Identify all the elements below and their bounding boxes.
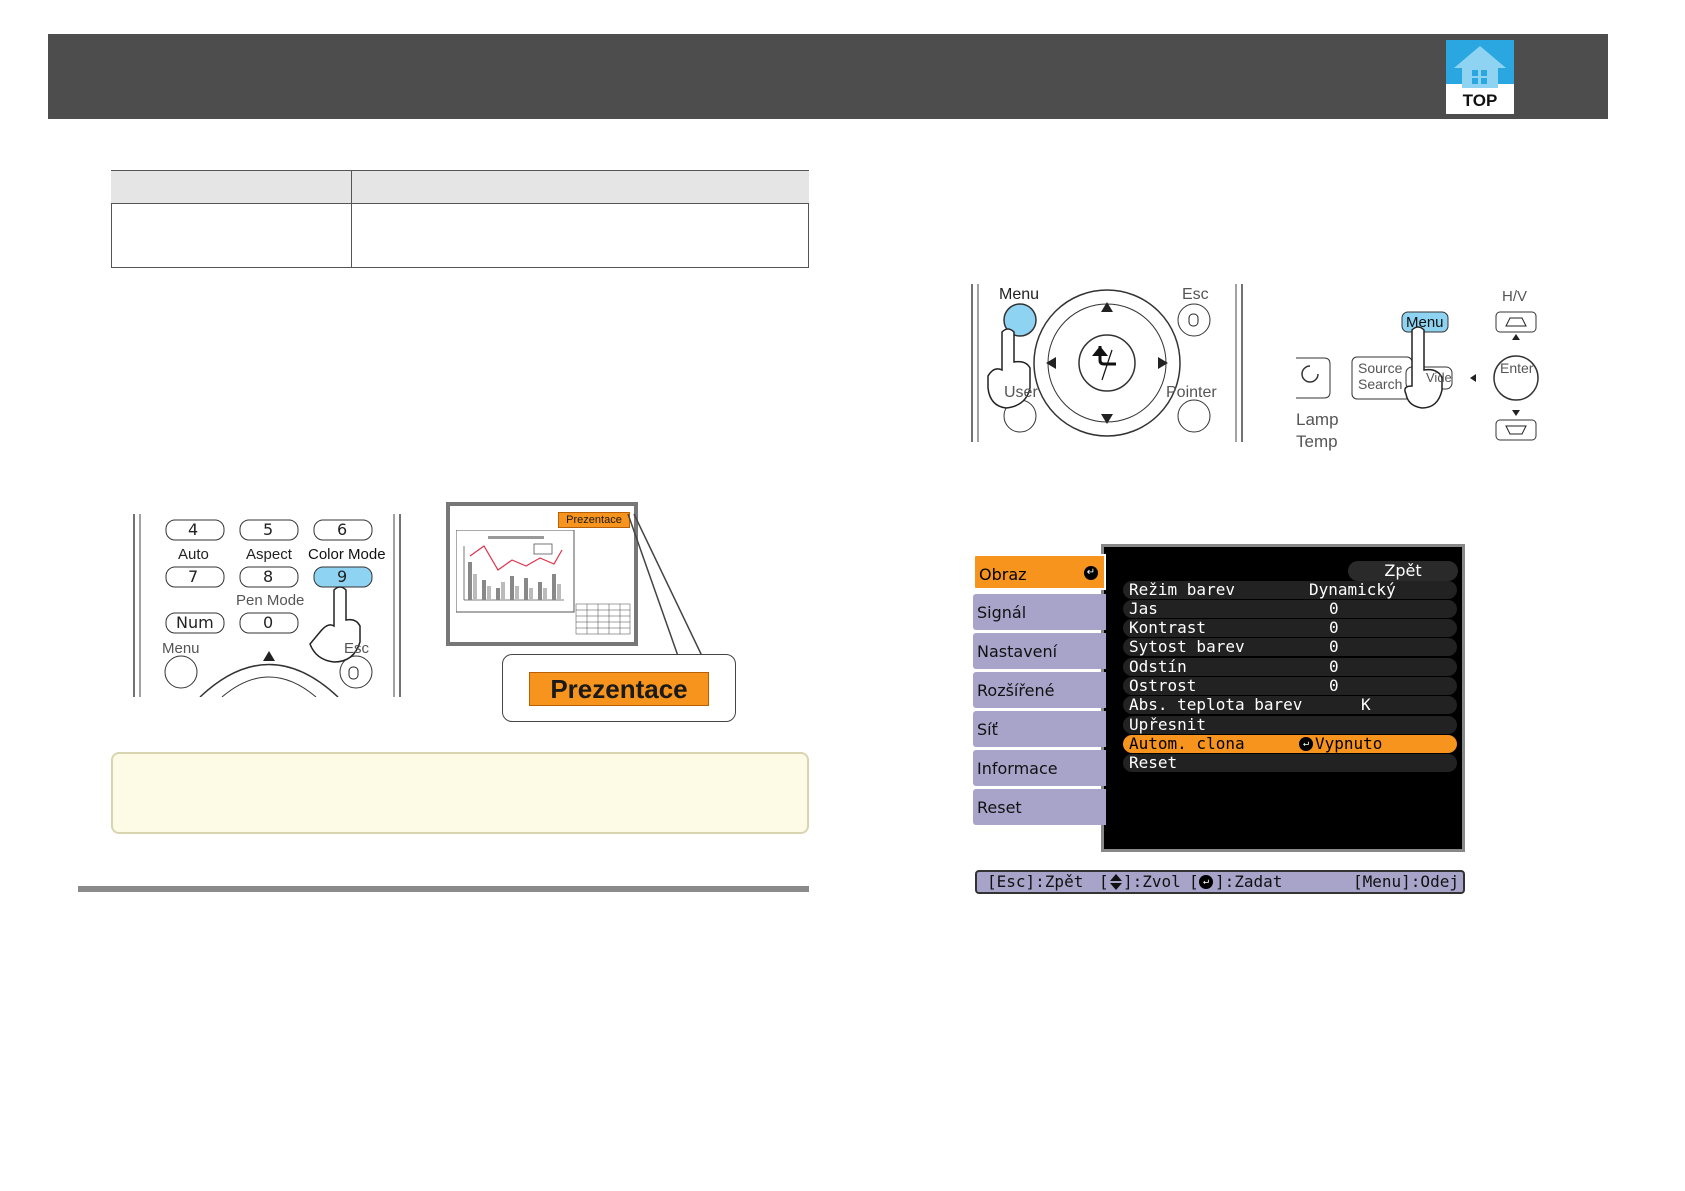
osd-row-value: K xyxy=(1361,695,1371,714)
top-label: TOP xyxy=(1462,91,1498,110)
label-enter: Enter xyxy=(1500,360,1534,376)
label-esc: Esc xyxy=(1182,286,1209,303)
menu-tab-informace[interactable]: Informace xyxy=(973,750,1106,786)
osd-row-label: Abs. teplota barev xyxy=(1129,695,1303,714)
label-search: Search xyxy=(1358,376,1403,392)
remote-outline-icon xyxy=(971,284,1243,442)
menu-tab-reset[interactable]: Reset xyxy=(973,789,1106,825)
osd-row-reset[interactable]: Reset xyxy=(1123,754,1457,772)
osd-row-value: Vypnuto xyxy=(1315,734,1383,753)
osd-row-label: Reset xyxy=(1129,753,1178,772)
osd-row-value: 0 xyxy=(1329,618,1339,637)
menu-tab-label: Obraz xyxy=(979,565,1027,584)
label-source: Source xyxy=(1358,360,1403,376)
label-lamp: Lamp xyxy=(1296,410,1339,429)
callout-pointer-icon xyxy=(627,513,703,657)
note-box xyxy=(111,752,809,834)
menu-tab-signal[interactable]: Signál xyxy=(973,594,1106,630)
label-esc: Esc xyxy=(344,640,370,657)
enter-icon: ↵ xyxy=(1299,737,1313,751)
projected-screen-illustration: Prezentace xyxy=(446,502,638,646)
remote-control-menu: Menu Esc User Pointer xyxy=(970,284,1246,442)
table-row xyxy=(111,204,809,268)
menu-tab-label: Nastavení xyxy=(977,642,1058,661)
osd-row-odstin[interactable]: Odstín 0 xyxy=(1123,658,1457,676)
menu-tab-label: Informace xyxy=(977,759,1058,778)
osd-row-label: Sytost barev xyxy=(1129,637,1245,656)
osd-row-label: Režim barev xyxy=(1129,580,1235,599)
menu-tab-label: Signál xyxy=(977,603,1027,622)
osd-row-value: Dynamický xyxy=(1309,580,1396,599)
enter-icon: ↵ xyxy=(1199,875,1213,889)
label-auto: Auto xyxy=(178,546,209,563)
button-8[interactable]: 8 xyxy=(263,567,273,586)
color-mode-callout: Prezentace xyxy=(502,654,736,722)
table-column-divider xyxy=(351,170,352,268)
label-menu: Menu xyxy=(162,640,200,657)
label-hv: H/V xyxy=(1502,288,1528,305)
label-menu: Menu xyxy=(999,286,1040,303)
projector-control-panel: Menu H/V Source Search Vide Enter Lamp T… xyxy=(1296,284,1562,452)
osd-row-label: Jas xyxy=(1129,599,1158,618)
button-num[interactable]: Num xyxy=(176,613,214,632)
menu-tab-nastaveni[interactable]: Nastavení xyxy=(973,633,1106,669)
header-bar xyxy=(48,34,1608,119)
osd-configuration-menu: Obraz ↵ Signál Nastavení Rozšířené Síť I… xyxy=(973,542,1465,854)
footer-menu-hint: [Menu]:Odej xyxy=(1353,872,1459,891)
button-0[interactable]: 0 xyxy=(263,613,273,632)
mode-table xyxy=(111,170,809,268)
osd-row-jas[interactable]: Jas 0 xyxy=(1123,600,1457,618)
osd-row-value: 0 xyxy=(1329,599,1339,618)
menu-tab-obraz[interactable]: Obraz ↵ xyxy=(973,554,1106,590)
menu-tab-label: Rozšířené xyxy=(977,681,1055,700)
label-aspect: Aspect xyxy=(246,546,292,563)
menu-tab-sit[interactable]: Síť xyxy=(973,711,1106,747)
top-button[interactable]: TOP xyxy=(1446,40,1514,114)
osd-row-label: Upřesnit xyxy=(1129,715,1207,734)
osd-row-ostrost[interactable]: Ostrost 0 xyxy=(1123,677,1457,695)
osd-footer-help: [Esc]:Zpět [ ]:Zvol [ ↵ ]:Zadat [Menu]:O… xyxy=(975,870,1465,894)
button-7[interactable]: 7 xyxy=(188,567,198,586)
osd-row-rezim-barev[interactable]: Režim barev Dynamický xyxy=(1123,581,1457,599)
updown-arrow-icon xyxy=(1109,873,1123,896)
button-6[interactable]: 6 xyxy=(337,520,347,539)
footer-enter-hint: ]:Zadat xyxy=(1215,872,1283,891)
remote-control-color-mode: 4 5 6 Auto Aspect Color Mode 7 8 9 Pen M… xyxy=(130,512,410,698)
footer-esc-hint: [Esc]:Zpět xyxy=(987,872,1084,891)
footer-select-hint: ]:Zvol xyxy=(1123,872,1181,891)
label-pen-mode: Pen Mode xyxy=(236,592,305,609)
menu-tab-rozsirene[interactable]: Rozšířené xyxy=(973,672,1106,708)
footer-enter-bracket: [ xyxy=(1189,872,1199,891)
osd-row-value: 0 xyxy=(1329,676,1339,695)
label-pointer: Pointer xyxy=(1166,384,1217,401)
button-9-color-mode[interactable]: 9 xyxy=(337,567,347,586)
osd-row-abs-teplota-barev[interactable]: Abs. teplota barev K xyxy=(1123,696,1457,714)
osd-row-autom-clona[interactable]: Autom. clona ↵ Vypnuto xyxy=(1123,735,1457,753)
button-5[interactable]: 5 xyxy=(263,520,273,539)
footer-select-bracket: [ xyxy=(1099,872,1109,891)
osd-row-sytost-barev[interactable]: Sytost barev 0 xyxy=(1123,638,1457,656)
osd-row-label: Autom. clona xyxy=(1129,734,1245,753)
osd-row-value: 0 xyxy=(1329,657,1339,676)
back-button[interactable]: Zpět xyxy=(1348,561,1458,581)
label-wide: Vide xyxy=(1426,370,1452,385)
label-menu: Menu xyxy=(1406,314,1444,331)
osd-row-upresnit[interactable]: Upřesnit xyxy=(1123,716,1457,734)
color-mode-badge-large: Prezentace xyxy=(529,672,709,706)
section-divider xyxy=(78,886,809,892)
chart-thumbnail-icon xyxy=(456,530,631,635)
osd-row-label: Kontrast xyxy=(1129,618,1207,637)
osd-row-label: Ostrost xyxy=(1129,676,1197,695)
label-color-mode: Color Mode xyxy=(308,546,386,563)
label-temp: Temp xyxy=(1296,432,1338,451)
label-user: User xyxy=(1004,384,1038,401)
enter-icon: ↵ xyxy=(1084,566,1098,580)
menu-tab-label: Síť xyxy=(977,720,998,739)
osd-row-kontrast[interactable]: Kontrast 0 xyxy=(1123,619,1457,637)
menu-tab-label: Reset xyxy=(977,798,1022,817)
osd-row-label: Odstín xyxy=(1129,657,1187,676)
button-4[interactable]: 4 xyxy=(188,520,198,539)
osd-row-value: 0 xyxy=(1329,637,1339,656)
table-header xyxy=(111,170,809,204)
